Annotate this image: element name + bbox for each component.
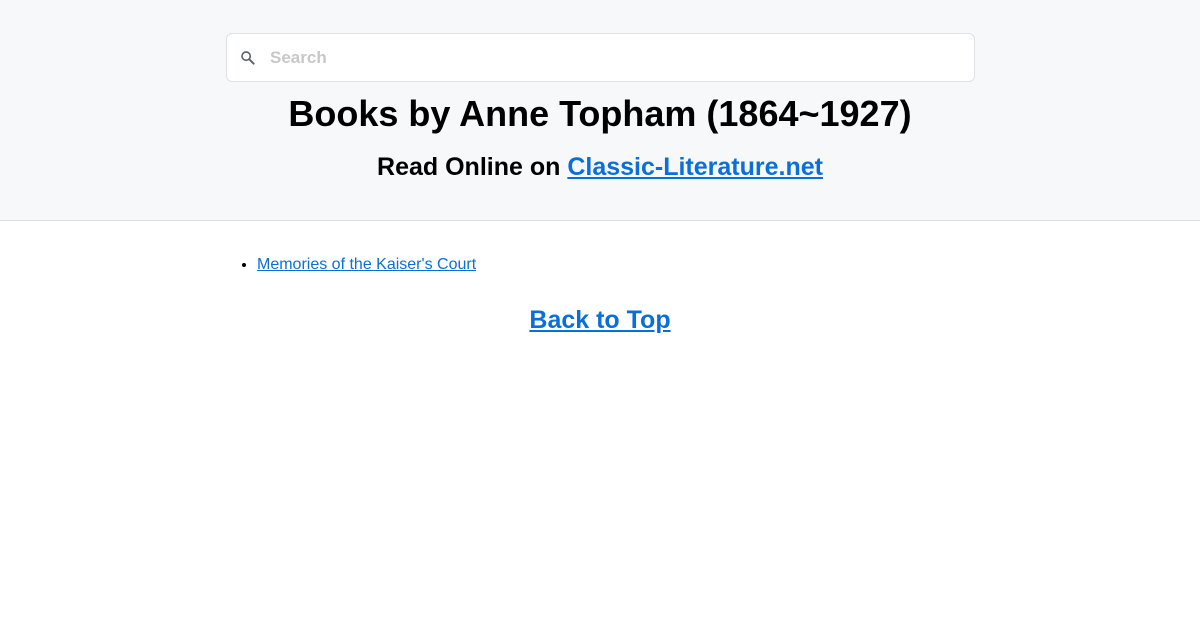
book-link[interactable]: Memories of the Kaiser's Court [257, 256, 476, 273]
search-input[interactable] [270, 34, 960, 81]
page-header: Books by Anne Topham (1864~1927) Read On… [0, 0, 1200, 221]
back-to-top: Back to Top [0, 305, 1200, 335]
book-list: Memories of the Kaiser's Court [257, 255, 476, 275]
subtitle-prefix: Read Online on [377, 153, 568, 181]
list-item: Memories of the Kaiser's Court [257, 255, 476, 275]
back-to-top-link[interactable]: Back to Top [529, 306, 670, 334]
search-icon [241, 51, 255, 65]
page-title: Books by Anne Topham (1864~1927) [288, 93, 912, 134]
site-link[interactable]: Classic-Literature.net [567, 153, 823, 181]
subtitle: Read Online on Classic-Literature.net [0, 151, 1200, 183]
search-box[interactable] [226, 33, 975, 82]
